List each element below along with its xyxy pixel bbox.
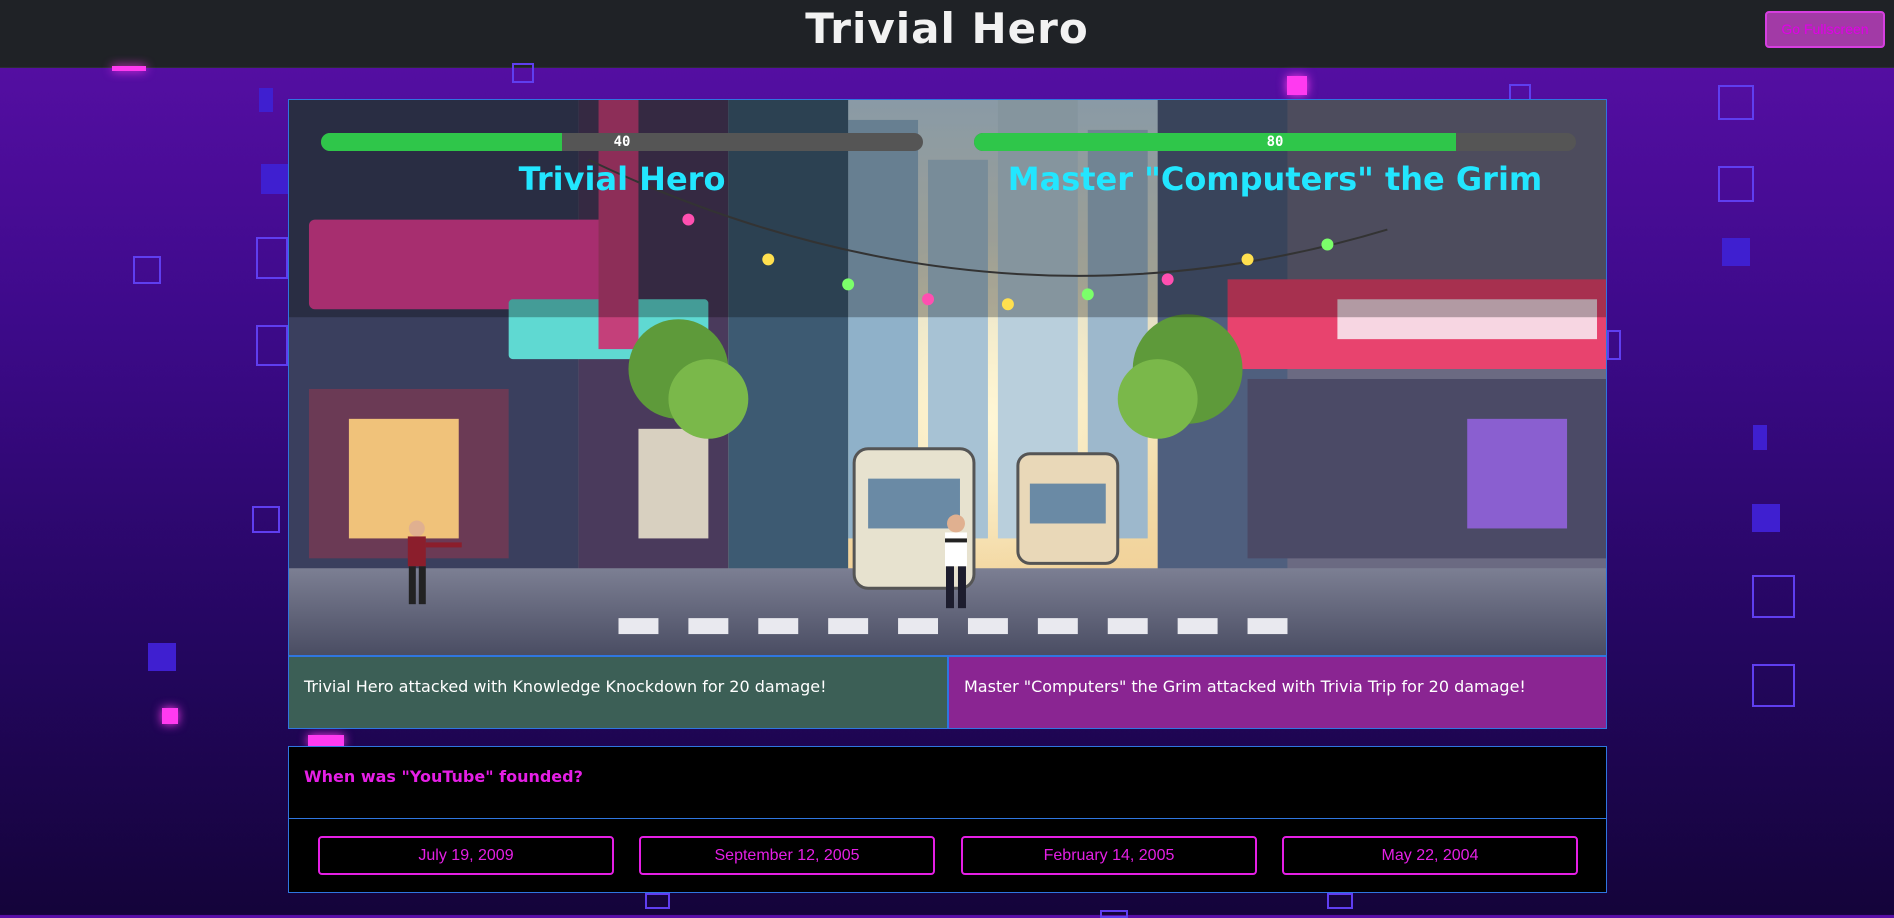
- deco-square: [261, 164, 288, 194]
- enemy-name: Master "Computers" the Grim: [1007, 160, 1543, 198]
- deco-square: [1287, 76, 1307, 95]
- enemy-hp-value: 80: [1266, 134, 1284, 150]
- deco-square: [133, 256, 161, 284]
- answer-button-4[interactable]: May 22, 2004: [1282, 836, 1578, 875]
- enemy-hp-bar: 80: [974, 133, 1576, 151]
- deco-square: [1722, 238, 1750, 266]
- deco-square: [162, 708, 178, 724]
- player-attack-log: Trivial Hero attacked with Knowledge Kno…: [288, 656, 948, 729]
- deco-square: [1753, 425, 1767, 450]
- deco-square: [1752, 575, 1795, 618]
- deco-square: [1327, 893, 1353, 909]
- deco-square: [645, 893, 670, 909]
- deco-square: [1718, 85, 1754, 120]
- enemy-attack-log: Master "Computers" the Grim attacked wit…: [948, 656, 1607, 729]
- deco-square: [252, 506, 280, 533]
- deco-square: [1718, 166, 1754, 202]
- deco-square: [148, 643, 176, 671]
- top-bar: Trivial Hero Go Fullscreen: [0, 0, 1894, 68]
- deco-square: [256, 237, 288, 279]
- deco-square: [1752, 664, 1795, 707]
- answers-panel: July 19, 2009 September 12, 2005 Februar…: [288, 819, 1607, 893]
- question-text: When was "YouTube" founded?: [288, 746, 1607, 819]
- player-hp-value: 40: [613, 134, 631, 150]
- player-hp-bar: 40: [321, 133, 923, 151]
- deco-square: [259, 88, 273, 112]
- app-title: Trivial Hero: [805, 4, 1089, 53]
- answer-button-3[interactable]: February 14, 2005: [961, 836, 1257, 875]
- deco-square: [112, 66, 146, 71]
- battle-stage: 40 Trivial Hero 80 Master "Computers" th…: [288, 99, 1607, 656]
- deco-square: [256, 325, 288, 366]
- player-name: Trivial Hero: [518, 160, 726, 198]
- fullscreen-button[interactable]: Go Fullscreen: [1765, 11, 1885, 48]
- deco-square: [1752, 504, 1780, 532]
- deco-square: [1100, 910, 1128, 918]
- deco-square: [1607, 330, 1621, 360]
- answer-button-2[interactable]: September 12, 2005: [639, 836, 935, 875]
- answer-button-1[interactable]: July 19, 2009: [318, 836, 614, 875]
- deco-square: [308, 735, 344, 746]
- deco-square: [512, 63, 534, 83]
